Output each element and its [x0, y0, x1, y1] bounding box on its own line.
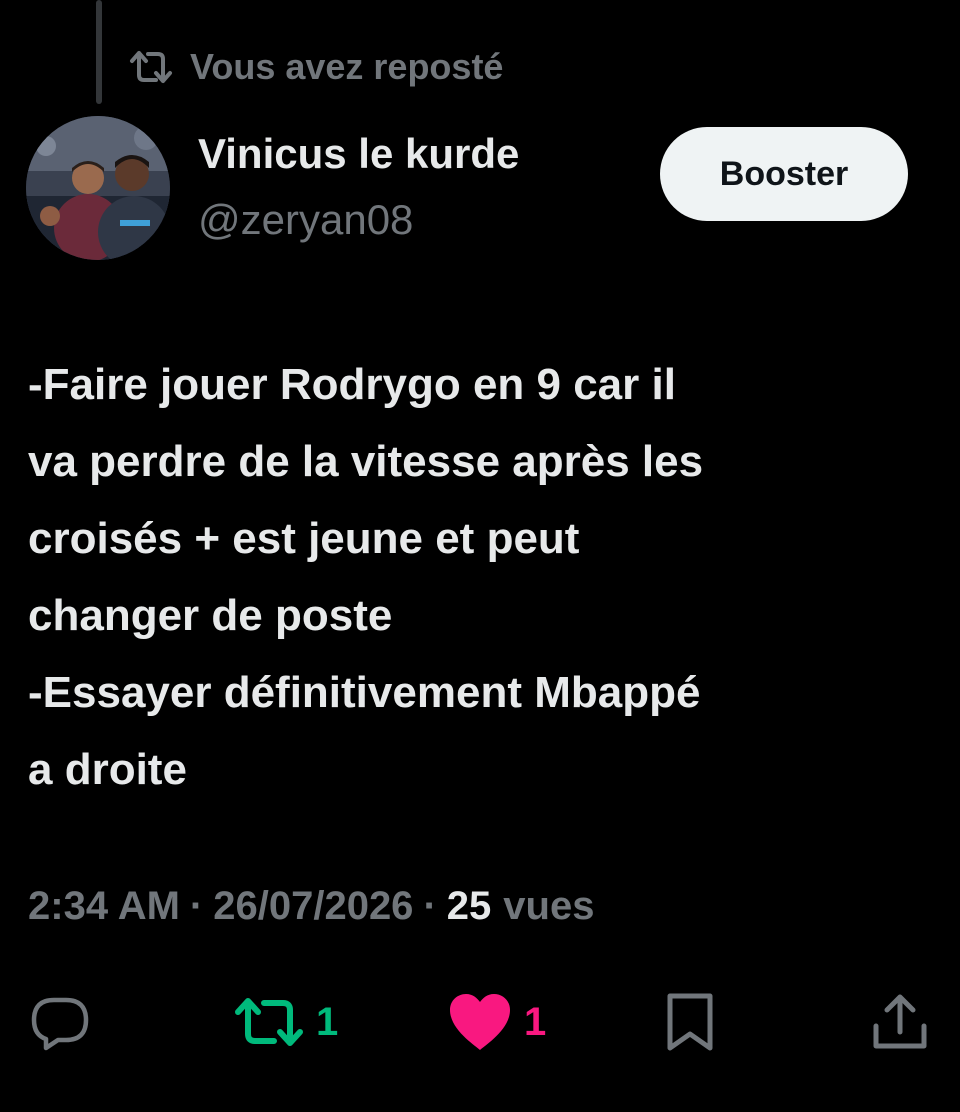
repost-button[interactable]: 1	[232, 990, 338, 1054]
repost-count: 1	[316, 999, 339, 1044]
meta-separator: ·	[423, 884, 437, 928]
tweet-text-line: changer de poste	[28, 591, 393, 640]
bookmark-icon	[667, 993, 713, 1051]
tweet-time[interactable]: 2:34 AM	[28, 884, 180, 929]
like-count: 1	[524, 999, 547, 1044]
author-handle[interactable]: @zeryan08	[198, 196, 413, 244]
repost-icon	[235, 998, 303, 1046]
views-label[interactable]: vues	[503, 884, 594, 929]
bookmark-button[interactable]	[660, 990, 720, 1054]
repost-banner[interactable]: Vous avez reposté	[126, 40, 503, 94]
share-button[interactable]	[870, 990, 930, 1054]
author-display-name[interactable]: Vinicus le kurde	[198, 130, 519, 178]
meta-separator: ·	[189, 884, 204, 928]
tweet-meta: 2:34 AM · 26/07/2026 · 25 vues	[28, 884, 594, 929]
booster-button[interactable]: Booster	[660, 127, 908, 221]
share-icon	[873, 994, 927, 1049]
repost-banner-text: Vous avez reposté	[190, 46, 504, 87]
tweet-text-line: -Essayer définitivement Mbappé	[28, 668, 701, 717]
like-button[interactable]: 1	[446, 990, 546, 1054]
reply-icon	[31, 997, 89, 1051]
tweet-text-line: a droite	[28, 745, 187, 794]
heart-icon	[450, 994, 510, 1050]
avatar-photo	[26, 116, 170, 260]
views-count[interactable]: 25	[447, 884, 492, 929]
avatar[interactable]	[26, 116, 170, 260]
tweet-text-line: va perdre de la vitesse après les	[28, 437, 704, 486]
tweet-text-line: -Faire jouer Rodrygo en 9 car il	[28, 360, 676, 409]
tweet-text: -Faire jouer Rodrygo en 9 car il va perd…	[28, 346, 932, 808]
thread-connector-line	[96, 0, 102, 104]
tweet-date[interactable]: 26/07/2026	[213, 884, 413, 929]
repost-icon	[130, 51, 172, 83]
tweet-text-line: croisés + est jeune et peut	[28, 514, 580, 563]
reply-button[interactable]	[28, 990, 92, 1054]
